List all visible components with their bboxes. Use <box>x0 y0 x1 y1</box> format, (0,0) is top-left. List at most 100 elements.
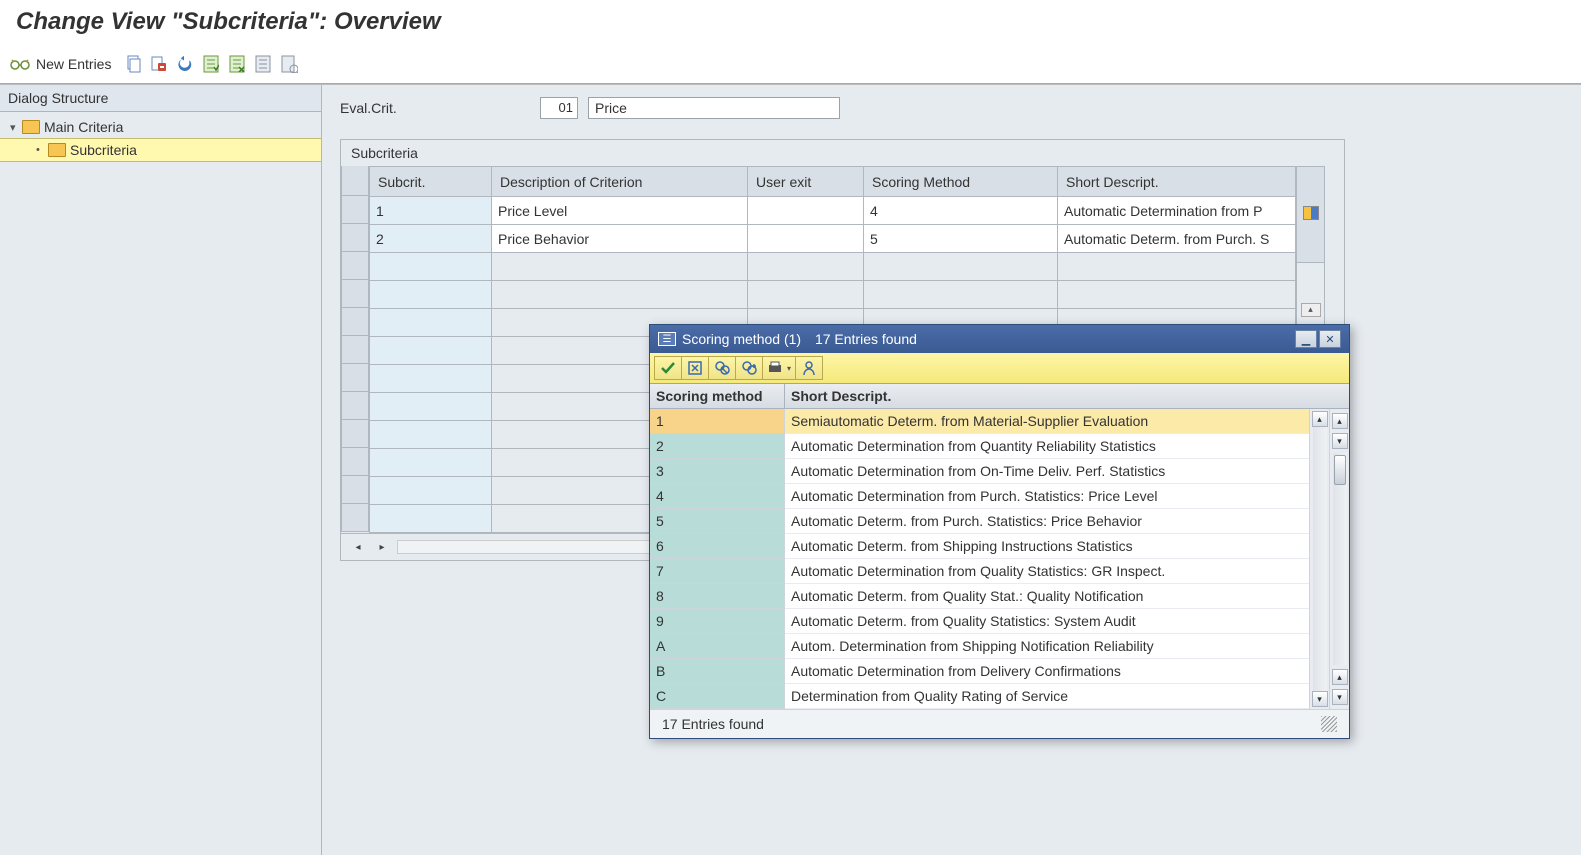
popup-footer-text: 17 Entries found <box>662 716 764 732</box>
cell-subcrit[interactable]: 2 <box>370 225 492 253</box>
row-selector[interactable] <box>341 308 369 336</box>
popup-cell-code: 1 <box>650 409 785 434</box>
popup-outer-scrollbar[interactable]: ▴ ▾ ▴ ▾ <box>1329 409 1349 709</box>
row-selector[interactable] <box>341 476 369 504</box>
table-row[interactable]: 2 Price Behavior 5 Automatic Determ. fro… <box>370 225 1296 253</box>
row-selector[interactable] <box>341 252 369 280</box>
cell-desc[interactable]: Price Level <box>492 197 748 225</box>
row-selector[interactable] <box>341 196 369 224</box>
cell-short-desc[interactable]: Automatic Determination from P <box>1058 197 1296 225</box>
popup-row[interactable]: CDetermination from Quality Rating of Se… <box>650 684 1309 709</box>
scroll-down-icon[interactable]: ▾ <box>1332 433 1348 449</box>
dialog-structure-header: Dialog Structure <box>0 85 321 112</box>
cell-short-desc[interactable]: Automatic Determ. from Purch. S <box>1058 225 1296 253</box>
cell-user-exit[interactable] <box>748 225 864 253</box>
personal-list-button[interactable] <box>795 356 823 380</box>
scroll-up-icon[interactable]: ▴ <box>1332 413 1348 429</box>
popup-row[interactable]: BAutomatic Determination from Delivery C… <box>650 659 1309 684</box>
table-row-empty[interactable] <box>370 253 1296 281</box>
delete-icon[interactable] <box>149 54 169 74</box>
cell-user-exit[interactable] <box>748 197 864 225</box>
popup-row[interactable]: 5Automatic Determ. from Purch. Statistic… <box>650 509 1309 534</box>
popup-cell-desc: Automatic Determ. from Quality Statistic… <box>785 609 1309 634</box>
popup-col-scoring-method[interactable]: Scoring method <box>650 384 785 408</box>
table-row[interactable]: 1 Price Level 4 Automatic Determination … <box>370 197 1296 225</box>
toolbar: New Entries <box>0 44 1581 84</box>
popup-cell-code: 6 <box>650 534 785 559</box>
popup-row[interactable]: 9Automatic Determ. from Quality Statisti… <box>650 609 1309 634</box>
row-selector[interactable] <box>341 420 369 448</box>
scroll-up-icon[interactable]: ▴ <box>1312 411 1328 427</box>
table-settings-icon[interactable] <box>253 54 273 74</box>
scroll-right-button[interactable]: ▸ <box>373 538 391 556</box>
copy-icon[interactable] <box>123 54 143 74</box>
popup-row[interactable]: 8Automatic Determ. from Quality Stat.: Q… <box>650 584 1309 609</box>
row-selector[interactable] <box>341 280 369 308</box>
new-entries-button[interactable]: New Entries <box>36 56 111 72</box>
popup-row[interactable]: 7Automatic Determination from Quality St… <box>650 559 1309 584</box>
resize-grip[interactable] <box>1321 716 1337 732</box>
popup-row[interactable]: 1Semiautomatic Determ. from Material-Sup… <box>650 409 1309 434</box>
popup-titlebar[interactable]: ☰ Scoring method (1) 17 Entries found ▁ … <box>650 325 1349 353</box>
table-row-empty[interactable] <box>370 281 1296 309</box>
cell-subcrit[interactable]: 1 <box>370 197 492 225</box>
popup-cell-desc: Automatic Determ. from Quality Stat.: Qu… <box>785 584 1309 609</box>
col-scoring[interactable]: Scoring Method <box>864 167 1058 197</box>
eval-crit-code-field[interactable]: 01 <box>540 97 578 119</box>
deselect-all-icon[interactable] <box>227 54 247 74</box>
table-config-button[interactable] <box>1297 167 1325 263</box>
col-short-desc[interactable]: Short Descript. <box>1058 167 1296 197</box>
col-desc[interactable]: Description of Criterion <box>492 167 748 197</box>
tree-item-main-criteria[interactable]: ▾ Main Criteria <box>0 116 321 138</box>
print-dropdown-button[interactable]: ▾ <box>762 356 796 380</box>
find-next-button[interactable] <box>735 356 763 380</box>
eval-crit-row: Eval.Crit. 01 Price <box>340 97 1563 119</box>
dialog-structure-panel: Dialog Structure ▾ Main Criteria • Subcr… <box>0 85 322 855</box>
popup-title-text: Scoring method (1) <box>682 331 801 347</box>
dialog-structure-tree: ▾ Main Criteria • Subcriteria <box>0 112 321 166</box>
tree-item-label: Subcriteria <box>70 142 137 158</box>
popup-toolbar: ▾ <box>650 353 1349 384</box>
popup-row[interactable]: 2Automatic Determination from Quantity R… <box>650 434 1309 459</box>
cancel-button[interactable] <box>681 356 709 380</box>
popup-cell-desc: Automatic Determination from On-Time Del… <box>785 459 1309 484</box>
popup-inner-scrollbar[interactable]: ▴ ▾ <box>1309 409 1329 709</box>
popup-row[interactable]: 4Automatic Determination from Purch. Sta… <box>650 484 1309 509</box>
cell-desc[interactable]: Price Behavior <box>492 225 748 253</box>
select-all-icon[interactable] <box>201 54 221 74</box>
scroll-left-button[interactable]: ◂ <box>349 538 367 556</box>
popup-row[interactable]: 6Automatic Determ. from Shipping Instruc… <box>650 534 1309 559</box>
glasses-icon[interactable] <box>10 54 30 74</box>
scroll-up-button[interactable]: ▴ <box>1301 303 1321 317</box>
row-selector[interactable] <box>341 336 369 364</box>
folder-icon <box>22 120 40 134</box>
collapse-icon[interactable]: ▾ <box>10 121 20 134</box>
row-selector[interactable] <box>341 448 369 476</box>
col-user-exit[interactable]: User exit <box>748 167 864 197</box>
undo-icon[interactable] <box>175 54 195 74</box>
accept-button[interactable] <box>654 356 682 380</box>
row-selector[interactable] <box>341 392 369 420</box>
row-selector[interactable] <box>341 364 369 392</box>
popup-title-icon: ☰ <box>658 332 676 346</box>
tree-item-subcriteria[interactable]: • Subcriteria <box>0 138 321 162</box>
minimize-button[interactable]: ▁ <box>1295 330 1317 348</box>
row-selector[interactable] <box>341 224 369 252</box>
popup-col-short-descript[interactable]: Short Descript. <box>785 384 1349 408</box>
print-icon[interactable] <box>279 54 299 74</box>
row-selector[interactable] <box>341 504 369 532</box>
cell-scoring[interactable]: 5 <box>864 225 1058 253</box>
scroll-down-icon[interactable]: ▾ <box>1332 689 1348 705</box>
eval-crit-name-field[interactable]: Price <box>588 97 840 119</box>
scroll-down-icon[interactable]: ▾ <box>1312 691 1328 707</box>
cell-scoring[interactable]: 4 <box>864 197 1058 225</box>
scroll-up-icon[interactable]: ▴ <box>1332 669 1348 685</box>
popup-row[interactable]: 3Automatic Determination from On-Time De… <box>650 459 1309 484</box>
row-selector-header[interactable] <box>341 166 369 196</box>
col-subcrit[interactable]: Subcrit. <box>370 167 492 197</box>
close-button[interactable]: ✕ <box>1319 330 1341 348</box>
find-button[interactable] <box>708 356 736 380</box>
popup-cell-desc: Automatic Determ. from Purch. Statistics… <box>785 509 1309 534</box>
leaf-icon: • <box>36 144 46 156</box>
popup-row[interactable]: AAutom. Determination from Shipping Noti… <box>650 634 1309 659</box>
